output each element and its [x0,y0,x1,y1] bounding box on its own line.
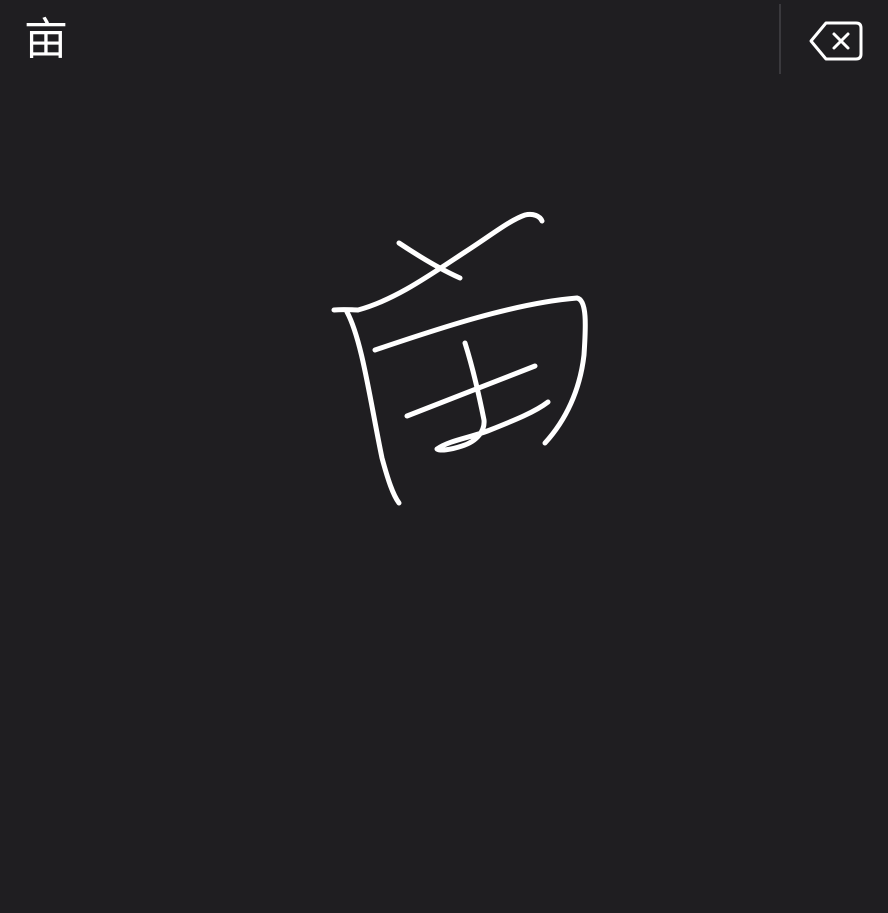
handwriting-keyboard: 亩 [0,0,888,913]
divider [779,4,781,74]
stroke [344,309,402,506]
delete-backspace-icon [809,21,863,61]
handwriting-canvas[interactable] [0,80,888,913]
handwritten-strokes [331,211,588,506]
stroke [404,363,538,419]
candidate-bar: 亩 [0,0,888,80]
stroke [372,295,588,446]
stroke [331,211,545,313]
delete-button[interactable] [800,10,872,72]
candidate-character[interactable]: 亩 [14,6,78,74]
